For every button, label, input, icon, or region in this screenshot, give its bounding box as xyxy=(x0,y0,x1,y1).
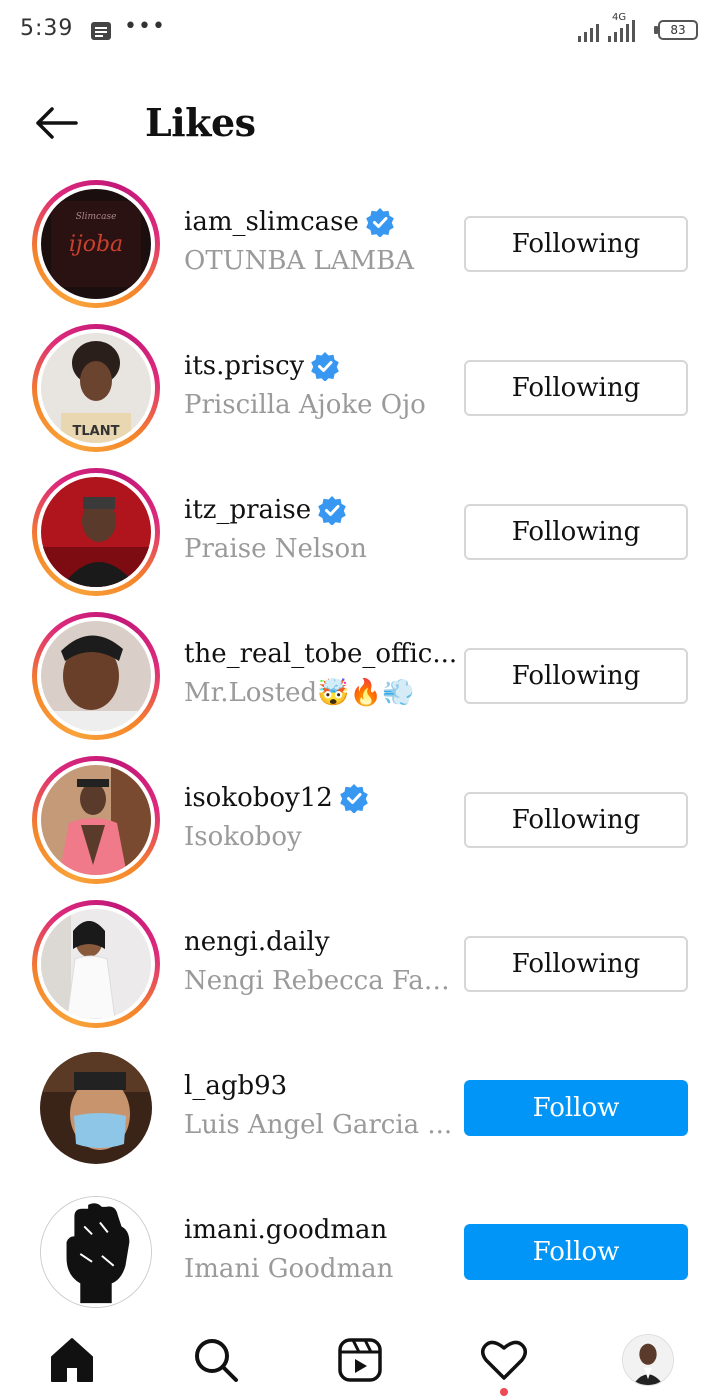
follow-button[interactable]: Follow xyxy=(464,1080,688,1136)
following-button[interactable]: Following xyxy=(464,216,688,272)
avatar: TLANT xyxy=(41,333,151,443)
more-notifications-icon: ••• xyxy=(124,14,166,39)
status-indicators: 4G 83 xyxy=(578,12,698,44)
following-button[interactable]: Following xyxy=(464,792,688,848)
avatar-story-ring[interactable] xyxy=(32,900,160,1028)
avatar-story-ring[interactable]: TLANT xyxy=(32,324,160,452)
svg-text:Slimcase: Slimcase xyxy=(76,212,117,222)
following-button[interactable]: Following xyxy=(464,648,688,704)
full-name: OTUNBA LAMBA xyxy=(184,246,415,276)
list-item[interactable]: TLANT its.priscy Priscilla Ajoke Ojo Fol… xyxy=(0,316,720,460)
svg-text:TLANT: TLANT xyxy=(73,424,120,439)
username[interactable]: the_real_tobe_offic... xyxy=(184,639,457,669)
home-icon xyxy=(51,1338,93,1382)
full-name: Praise Nelson xyxy=(184,534,367,564)
heart-icon xyxy=(481,1340,527,1380)
page-title: Likes xyxy=(145,100,256,145)
avatar xyxy=(40,1196,152,1308)
verified-badge-icon xyxy=(318,496,346,525)
network-type: 4G xyxy=(612,12,627,23)
verified-badge-icon xyxy=(339,784,368,813)
avatar xyxy=(40,1052,152,1164)
list-item[interactable]: nengi.daily Nengi Rebecca Fan... Followi… xyxy=(0,892,720,1036)
profile-avatar xyxy=(622,1334,674,1386)
avatar-story-ring[interactable] xyxy=(32,756,160,884)
nav-search[interactable] xyxy=(186,1332,246,1388)
likes-list: ijoba Slimcase iam_slimcase OTUNBA LAMBA … xyxy=(0,172,720,1324)
username[interactable]: iam_slimcase xyxy=(184,207,359,237)
signal-icon xyxy=(578,24,599,42)
follow-button[interactable]: Follow xyxy=(464,1224,688,1280)
full-name: Imani Goodman xyxy=(184,1254,394,1284)
list-item[interactable]: itz_praise Praise Nelson Following xyxy=(0,460,720,604)
list-item[interactable]: the_real_tobe_offic... Mr.Losted🤯🔥💨 Foll… xyxy=(0,604,720,748)
avatar xyxy=(41,621,151,731)
back-button[interactable] xyxy=(26,98,86,148)
full-name: Nengi Rebecca Fan... xyxy=(184,966,460,996)
full-name: Luis Angel Garcia ... xyxy=(184,1110,453,1140)
avatar-story-ring[interactable] xyxy=(32,612,160,740)
verified-badge-icon xyxy=(311,352,340,381)
reels-icon xyxy=(338,1338,382,1382)
avatar-story-ring[interactable] xyxy=(32,468,160,596)
status-bar: 5:39 ••• 4G 83 xyxy=(0,0,720,64)
battery-indicator: 83 xyxy=(654,20,698,40)
status-time: 5:39 xyxy=(20,16,74,41)
nav-profile[interactable] xyxy=(618,1332,678,1388)
nav-activity[interactable] xyxy=(474,1332,534,1388)
following-button[interactable]: Following xyxy=(464,936,688,992)
search-icon xyxy=(195,1339,238,1382)
username[interactable]: isokoboy12 xyxy=(184,783,333,813)
nav-reels[interactable] xyxy=(330,1332,390,1388)
avatar xyxy=(41,909,151,1019)
following-button[interactable]: Following xyxy=(464,360,688,416)
username[interactable]: its.priscy xyxy=(184,351,304,381)
username[interactable]: imani.goodman xyxy=(184,1215,387,1245)
list-item[interactable]: ijoba Slimcase iam_slimcase OTUNBA LAMBA … xyxy=(0,172,720,316)
full-name: Isokoboy xyxy=(184,822,302,852)
verified-badge-icon xyxy=(366,208,394,237)
avatar-wrap[interactable] xyxy=(32,1188,160,1316)
avatar xyxy=(41,477,151,587)
arrow-left-icon xyxy=(36,107,78,139)
username[interactable]: itz_praise xyxy=(184,495,311,525)
list-item[interactable]: isokoboy12 Isokoboy Following xyxy=(0,748,720,892)
avatar: ijoba Slimcase xyxy=(41,189,151,299)
activity-dot xyxy=(500,1388,508,1396)
full-name: Priscilla Ajoke Ojo xyxy=(184,390,426,420)
nav-home[interactable] xyxy=(42,1332,102,1388)
username[interactable]: l_agb93 xyxy=(184,1071,287,1101)
following-button[interactable]: Following xyxy=(464,504,688,560)
avatar-wrap[interactable] xyxy=(32,1044,160,1172)
notification-icon xyxy=(90,20,112,42)
svg-text:ijoba: ijoba xyxy=(69,232,123,257)
full-name: Mr.Losted🤯🔥💨 xyxy=(184,678,415,708)
bottom-nav xyxy=(0,1316,720,1396)
avatar xyxy=(41,765,151,875)
avatar-story-ring[interactable]: ijoba Slimcase xyxy=(32,180,160,308)
list-item[interactable]: l_agb93 Luis Angel Garcia ... Follow xyxy=(0,1036,720,1180)
list-item[interactable]: imani.goodman Imani Goodman Follow xyxy=(0,1180,720,1324)
header: Likes xyxy=(0,80,720,170)
username[interactable]: nengi.daily xyxy=(184,927,330,957)
